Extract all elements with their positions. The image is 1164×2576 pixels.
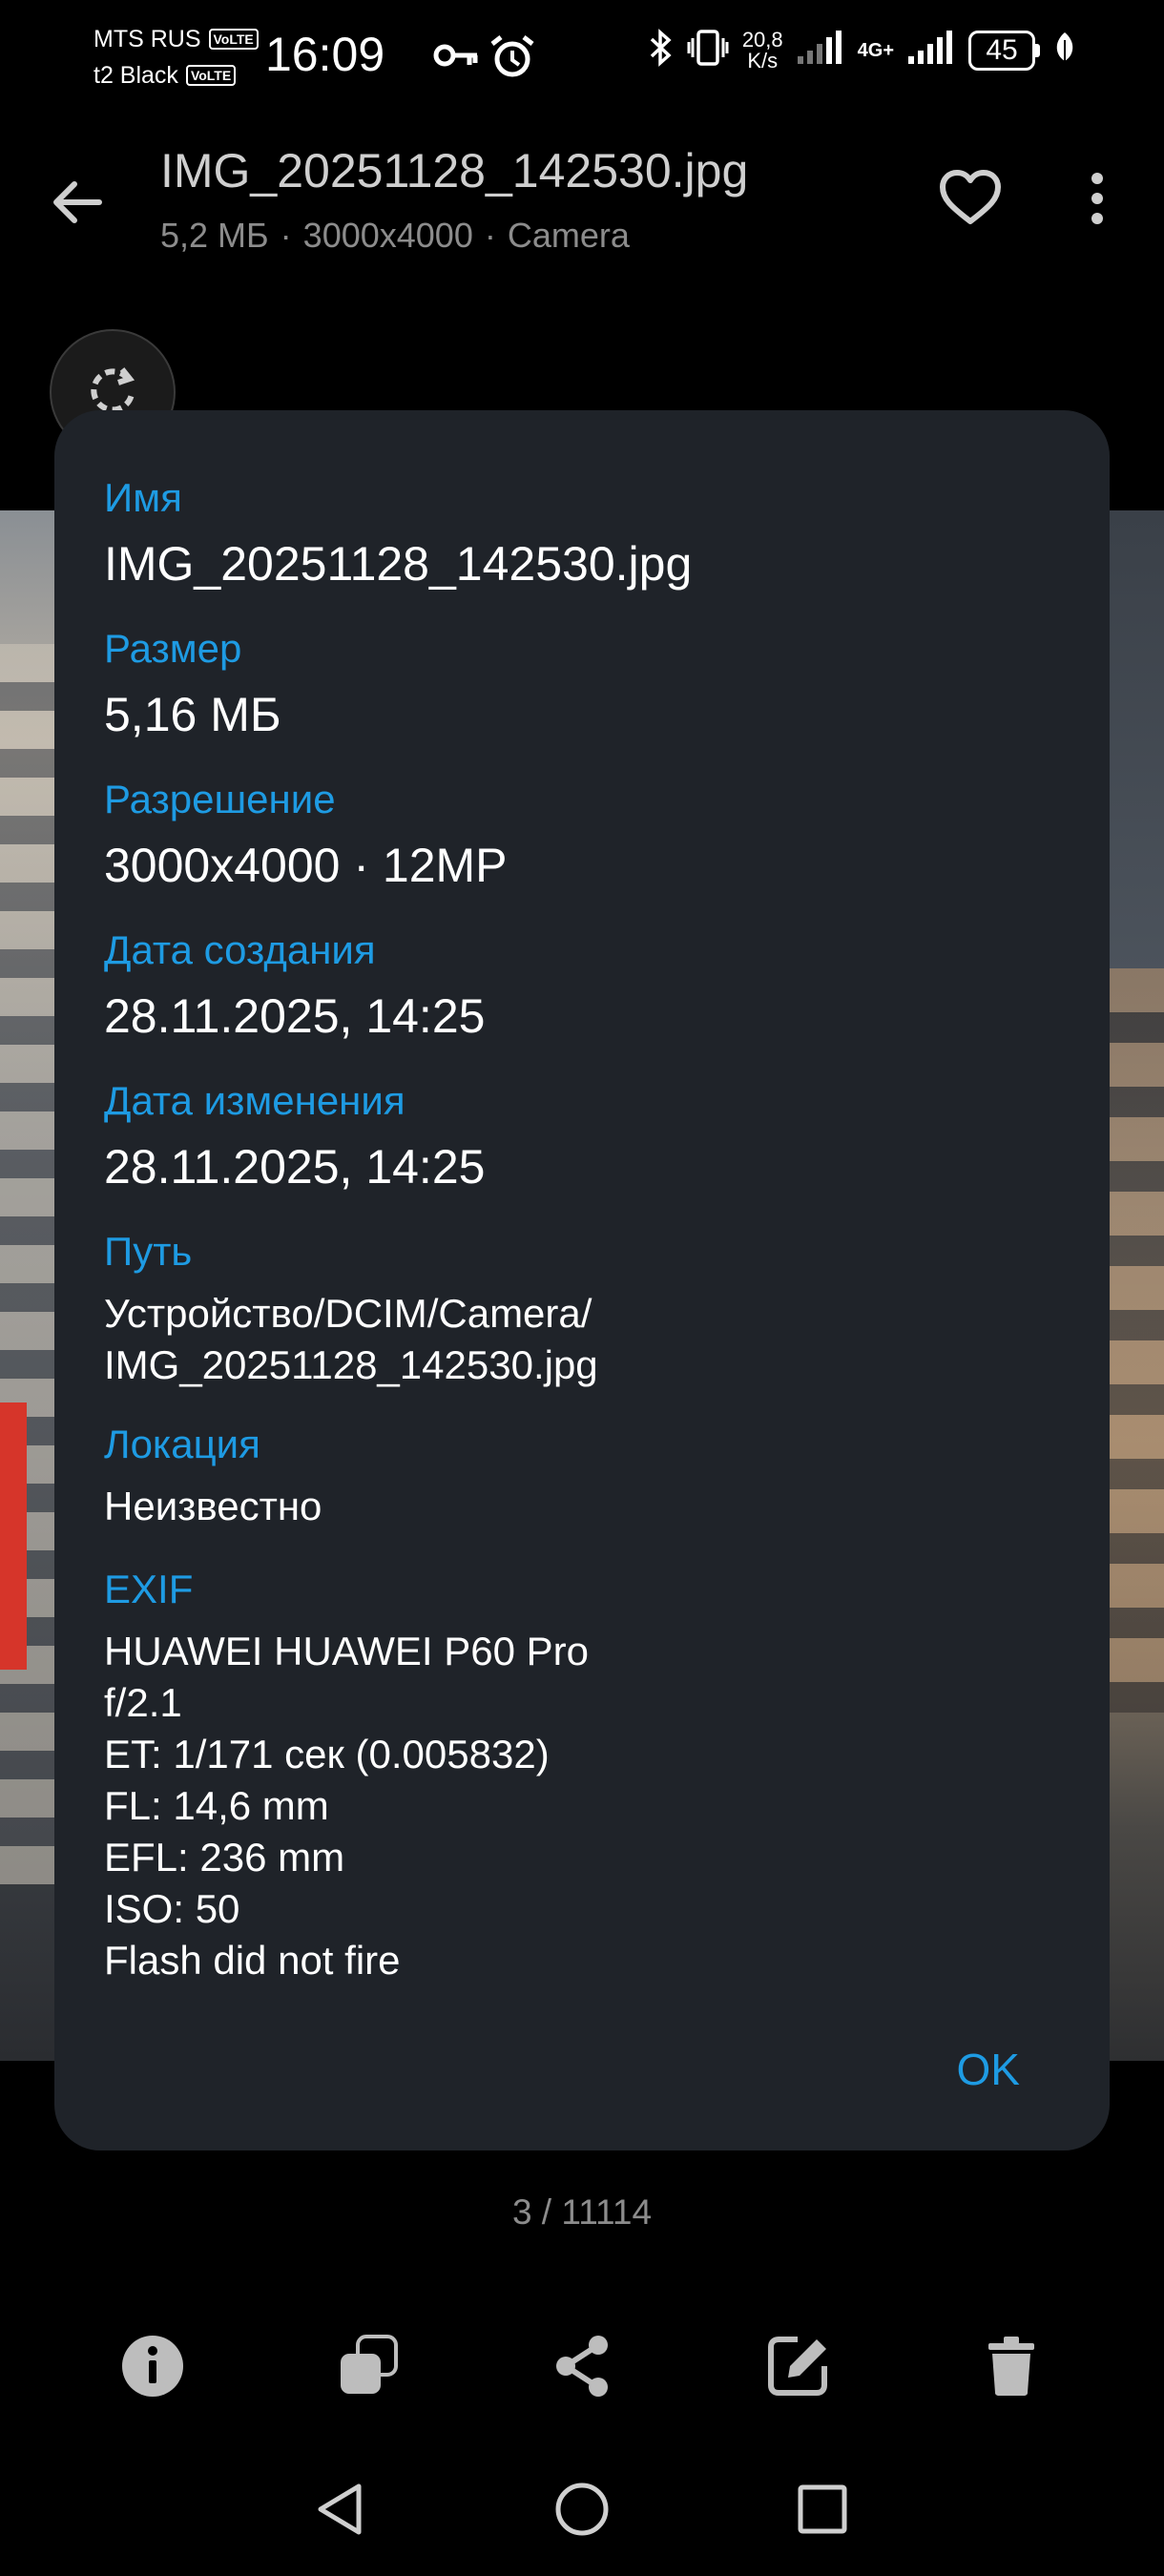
location-label: Локация (104, 1422, 260, 1466)
more-vert-icon (1091, 173, 1103, 224)
volte-badge: VoLTE (185, 65, 237, 86)
carrier-1: MTS RUS (94, 26, 201, 52)
favorite-button[interactable] (930, 158, 1010, 239)
file-title: IMG_20251128_142530.jpg (160, 144, 749, 197)
back-arrow-icon (53, 181, 102, 223)
volte-badge: VoLTE (208, 29, 259, 50)
top-app-bar: IMG_20251128_142530.jpg 5,2 МБ · 3000x4000… (0, 124, 1164, 277)
trash-icon (988, 2337, 1034, 2396)
location-value: Неизвестно (104, 1484, 322, 1528)
name-value: IMG_20251128_142530.jpg (104, 537, 693, 591)
circle-home-icon (555, 2483, 609, 2536)
copy-button[interactable] (321, 2318, 416, 2414)
resolution-label: Разрешение (104, 777, 336, 821)
album-name: Camera (507, 216, 630, 255)
resolution-value: 3000x4000 · 12MP (104, 839, 508, 892)
edit-icon (768, 2337, 827, 2396)
square-recents-icon (798, 2484, 847, 2534)
size-label: Размер (104, 626, 242, 671)
triangle-back-icon (318, 2483, 362, 2535)
leaf-icon (1053, 31, 1076, 70)
nav-home-button[interactable] (534, 2462, 630, 2557)
path-label: Путь (104, 1229, 193, 1274)
nav-back-button[interactable] (292, 2462, 387, 2557)
alarm-icon (488, 34, 536, 85)
network-speed: 20,8 K/s (741, 27, 783, 73)
copy-icon (341, 2335, 398, 2394)
bluetooth-icon (649, 29, 674, 72)
file-subtitle: 5,2 МБ · 3000x4000 · Camera (160, 216, 630, 255)
status-time: 16:09 (265, 28, 385, 81)
key-icon (433, 42, 479, 73)
created-date-label: Дата создания (104, 927, 376, 972)
heart-icon (940, 170, 1001, 224)
share-icon (556, 2336, 608, 2397)
ok-button[interactable]: OK (957, 2044, 1020, 2095)
name-label: Имя (104, 475, 182, 520)
info-button[interactable] (105, 2318, 200, 2414)
modified-date-value: 28.11.2025, 14:25 (104, 1140, 486, 1194)
photo-counter: 3 / 11114 (511, 2192, 653, 2232)
share-button[interactable] (534, 2318, 630, 2414)
size-value: 5,16 МБ (104, 688, 281, 741)
signal-icon (907, 30, 955, 71)
system-navigation-bar (0, 2462, 1164, 2557)
exif-value: HUAWEI HUAWEI P60 Pro f/2.1 ET: 1/171 се… (104, 1629, 589, 1983)
signal-icon (797, 30, 844, 71)
network-type: 4G+ (857, 39, 894, 61)
more-options-button[interactable] (1069, 158, 1126, 239)
exif-label: EXIF (104, 1567, 194, 1611)
back-button[interactable] (38, 164, 114, 240)
carrier-info: MTS RUS VoLTE t2 Black VoLTE (94, 21, 259, 93)
modified-date-label: Дата изменения (104, 1078, 405, 1123)
status-icons: 20,8 K/s 4G+ 45 (649, 29, 1076, 72)
info-icon (122, 2336, 183, 2397)
edit-button[interactable] (750, 2318, 845, 2414)
status-bar: MTS RUS VoLTE t2 Black VoLTE 16:09 20,8 … (0, 0, 1164, 124)
file-resolution: 3000x4000 (302, 216, 473, 255)
bottom-action-bar (0, 2318, 1164, 2414)
details-dialog: Имя IMG_20251128_142530.jpg Размер 5,16 … (54, 410, 1110, 2150)
file-size: 5,2 МБ (160, 216, 269, 255)
delete-button[interactable] (964, 2318, 1059, 2414)
created-date-value: 28.11.2025, 14:25 (104, 989, 486, 1043)
nav-recents-button[interactable] (775, 2462, 870, 2557)
vibrate-icon (687, 29, 729, 72)
carrier-2: t2 Black (94, 62, 178, 89)
battery-icon: 45 (968, 30, 1040, 71)
path-value: Устройство/DCIM/Camera/ IMG_20251128_142… (104, 1291, 598, 1387)
